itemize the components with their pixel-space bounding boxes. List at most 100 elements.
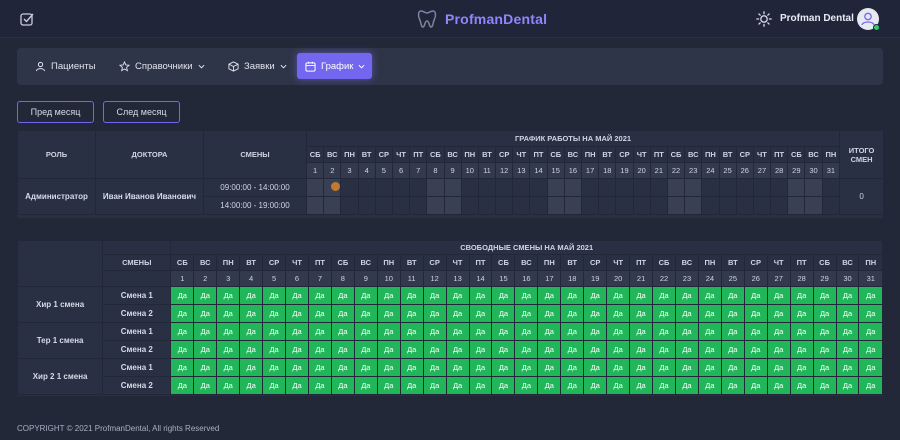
schedule-cell[interactable]: [512, 196, 531, 215]
free-shift-cell[interactable]: Да: [468, 322, 493, 341]
free-shift-cell[interactable]: Да: [468, 340, 493, 359]
free-shift-cell[interactable]: Да: [835, 286, 860, 305]
theme-toggle-icon[interactable]: [756, 11, 772, 27]
free-shift-cell[interactable]: Да: [606, 340, 631, 359]
free-shift-cell[interactable]: Да: [835, 376, 860, 395]
free-shift-cell[interactable]: Да: [376, 340, 401, 359]
free-shift-cell[interactable]: Да: [422, 376, 447, 395]
free-shift-cell[interactable]: Да: [514, 286, 539, 305]
free-shift-cell[interactable]: Да: [674, 322, 699, 341]
free-shift-cell[interactable]: Да: [422, 358, 447, 377]
schedule-cell[interactable]: [460, 196, 479, 215]
free-shift-cell[interactable]: Да: [445, 358, 470, 377]
free-shift-cell[interactable]: Да: [514, 376, 539, 395]
free-shift-cell[interactable]: Да: [262, 376, 287, 395]
free-shift-cell[interactable]: Да: [285, 322, 309, 341]
free-shift-cell[interactable]: Да: [697, 376, 722, 395]
free-shift-cell[interactable]: Да: [537, 358, 562, 377]
free-shift-cell[interactable]: Да: [629, 286, 654, 305]
free-shift-cell[interactable]: Да: [697, 322, 722, 341]
free-shift-cell[interactable]: Да: [720, 358, 745, 377]
free-shift-cell[interactable]: Да: [216, 304, 241, 323]
free-shift-cell[interactable]: Да: [491, 286, 516, 305]
free-shift-cell[interactable]: Да: [674, 376, 699, 395]
free-shift-cell[interactable]: Да: [652, 340, 676, 359]
schedule-cell[interactable]: [787, 196, 806, 215]
free-shift-cell[interactable]: Да: [193, 340, 218, 359]
schedule-cell[interactable]: [495, 196, 514, 215]
free-shift-cell[interactable]: Да: [858, 322, 883, 341]
free-shift-cell[interactable]: Да: [239, 340, 264, 359]
free-shift-cell[interactable]: Да: [193, 322, 218, 341]
free-shift-cell[interactable]: Да: [216, 376, 241, 395]
schedule-cell[interactable]: [770, 178, 789, 197]
free-shift-cell[interactable]: Да: [720, 322, 745, 341]
free-shift-cell[interactable]: Да: [514, 304, 539, 323]
free-shift-cell[interactable]: Да: [812, 358, 837, 377]
free-shift-cell[interactable]: Да: [399, 376, 424, 395]
free-shift-cell[interactable]: Да: [193, 304, 218, 323]
free-shift-cell[interactable]: Да: [514, 358, 539, 377]
free-shift-cell[interactable]: Да: [285, 304, 309, 323]
free-shift-cell[interactable]: Да: [330, 376, 355, 395]
free-shift-cell[interactable]: Да: [239, 376, 264, 395]
schedule-cell[interactable]: [580, 178, 600, 197]
free-shift-cell[interactable]: Да: [445, 304, 470, 323]
free-shift-cell[interactable]: Да: [789, 376, 814, 395]
schedule-cell[interactable]: [718, 196, 737, 215]
schedule-cell[interactable]: [477, 196, 497, 215]
free-shift-cell[interactable]: Да: [170, 358, 195, 377]
free-shift-cell[interactable]: Да: [422, 286, 447, 305]
free-shift-cell[interactable]: Да: [491, 304, 516, 323]
free-shift-cell[interactable]: Да: [766, 304, 791, 323]
free-shift-cell[interactable]: Да: [353, 358, 378, 377]
free-shift-cell[interactable]: Да: [674, 340, 699, 359]
free-shift-cell[interactable]: Да: [399, 304, 424, 323]
free-shift-cell[interactable]: Да: [560, 376, 585, 395]
schedule-cell[interactable]: [804, 196, 823, 215]
free-shift-cell[interactable]: Да: [262, 304, 287, 323]
free-shift-cell[interactable]: Да: [307, 376, 332, 395]
free-shift-cell[interactable]: Да: [743, 358, 768, 377]
free-shift-cell[interactable]: Да: [766, 340, 791, 359]
free-shift-cell[interactable]: Да: [583, 322, 608, 341]
schedule-cell[interactable]: [615, 178, 634, 197]
free-shift-cell[interactable]: Да: [514, 322, 539, 341]
free-shift-cell[interactable]: Да: [812, 322, 837, 341]
avatar[interactable]: [857, 8, 880, 31]
free-shift-cell[interactable]: Да: [720, 286, 745, 305]
free-shift-cell[interactable]: Да: [170, 304, 195, 323]
nav-patients[interactable]: Пациенты: [27, 54, 104, 78]
free-shift-cell[interactable]: Да: [239, 358, 264, 377]
free-shift-cell[interactable]: Да: [560, 304, 585, 323]
free-shift-cell[interactable]: Да: [766, 376, 791, 395]
user-name[interactable]: Profman Dental: [780, 13, 854, 24]
schedule-cell[interactable]: [391, 196, 411, 215]
schedule-cell[interactable]: [804, 178, 823, 197]
free-shift-cell[interactable]: Да: [789, 322, 814, 341]
free-shift-cell[interactable]: Да: [606, 304, 631, 323]
free-shift-cell[interactable]: Да: [606, 358, 631, 377]
schedule-cell[interactable]: [666, 178, 686, 197]
free-shift-cell[interactable]: Да: [583, 358, 608, 377]
schedule-cell[interactable]: [649, 196, 668, 215]
free-shift-cell[interactable]: Да: [285, 376, 309, 395]
free-shift-cell[interactable]: Да: [376, 304, 401, 323]
free-shift-cell[interactable]: Да: [307, 286, 332, 305]
free-shift-cell[interactable]: Да: [216, 340, 241, 359]
free-shift-cell[interactable]: Да: [491, 340, 516, 359]
free-shift-cell[interactable]: Да: [789, 304, 814, 323]
free-shift-cell[interactable]: Да: [835, 322, 860, 341]
free-shift-cell[interactable]: Да: [537, 340, 562, 359]
schedule-cell[interactable]: [598, 196, 617, 215]
schedule-cell[interactable]: [770, 196, 789, 215]
nav-schedule[interactable]: График: [297, 53, 372, 79]
schedule-cell[interactable]: [305, 178, 325, 197]
free-shift-cell[interactable]: Да: [193, 358, 218, 377]
schedule-cell[interactable]: [409, 178, 428, 197]
free-shift-cell[interactable]: Да: [376, 358, 401, 377]
free-shift-cell[interactable]: Да: [193, 376, 218, 395]
free-shift-cell[interactable]: Да: [422, 322, 447, 341]
free-shift-cell[interactable]: Да: [674, 358, 699, 377]
free-shift-cell[interactable]: Да: [766, 286, 791, 305]
